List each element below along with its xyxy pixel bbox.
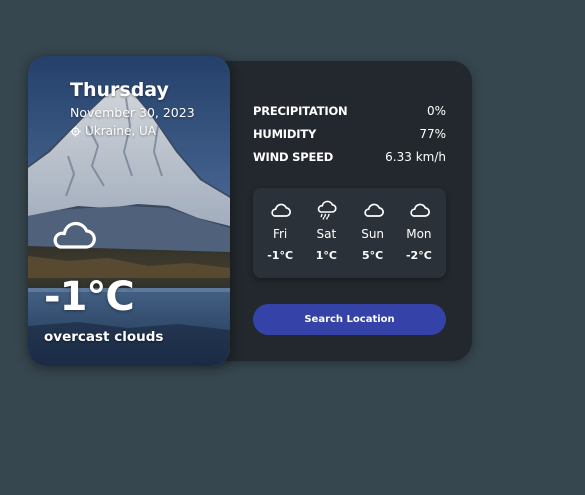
stat-humidity: HUMIDITY 77% xyxy=(253,122,446,145)
weather-description: overcast clouds xyxy=(44,329,164,345)
current-temperature: -1°C xyxy=(44,274,135,320)
forecast-day-mon: Mon -2°C xyxy=(396,200,442,262)
forecast-day-fri: Fri -1°C xyxy=(257,200,303,262)
rain-cloud-icon xyxy=(318,200,337,220)
forecast-day-temp: 5°C xyxy=(362,249,384,262)
forecast-day-name: Fri xyxy=(272,227,288,241)
current-location: Ukraine, UA xyxy=(70,124,156,138)
forecast-day-name: Sat xyxy=(316,227,337,241)
forecast-day-name: Sun xyxy=(361,227,385,241)
stat-value: 0% xyxy=(426,103,446,118)
stat-value: 77% xyxy=(419,126,446,141)
forecast-day-temp: -1°C xyxy=(267,249,294,262)
current-date: November 30, 2023 xyxy=(70,105,195,120)
current-day: Thursday xyxy=(70,79,169,101)
details-panel: PRECIPITATION 0% HUMIDITY 77% WIND SPEED… xyxy=(206,61,472,361)
stat-wind-speed: WIND SPEED 6.33 km/h xyxy=(253,145,446,168)
location-pin-icon xyxy=(70,125,81,137)
forecast-day-temp: 1°C xyxy=(315,249,337,262)
current-weather-card: Thursday November 30, 2023 Ukraine, UA -… xyxy=(28,56,230,366)
weather-stats: PRECIPITATION 0% HUMIDITY 77% WIND SPEED… xyxy=(253,99,446,168)
forecast-day-sun: Sun 5°C xyxy=(350,200,396,262)
stat-label: PRECIPITATION xyxy=(253,103,348,118)
forecast-day-name: Mon xyxy=(406,227,432,241)
cloud-icon xyxy=(410,203,430,217)
search-location-button[interactable]: Search Location xyxy=(253,304,446,335)
cloud-icon xyxy=(53,221,96,249)
weather-widget: PRECIPITATION 0% HUMIDITY 77% WIND SPEED… xyxy=(28,56,472,366)
stat-precipitation: PRECIPITATION 0% xyxy=(253,99,446,122)
cloud-icon xyxy=(363,203,384,217)
stat-label: HUMIDITY xyxy=(253,126,317,141)
forecast-day-sat: Sat 1°C xyxy=(303,200,349,262)
stat-value: 6.33 km/h xyxy=(385,149,446,164)
forecast-list: Fri -1°C Sat 1°C Sun 5°C Mon -2°C xyxy=(253,188,446,278)
location-text: Ukraine, UA xyxy=(85,124,156,138)
forecast-day-temp: -2°C xyxy=(405,249,432,262)
stat-label: WIND SPEED xyxy=(253,149,334,164)
cloud-icon xyxy=(271,203,292,217)
